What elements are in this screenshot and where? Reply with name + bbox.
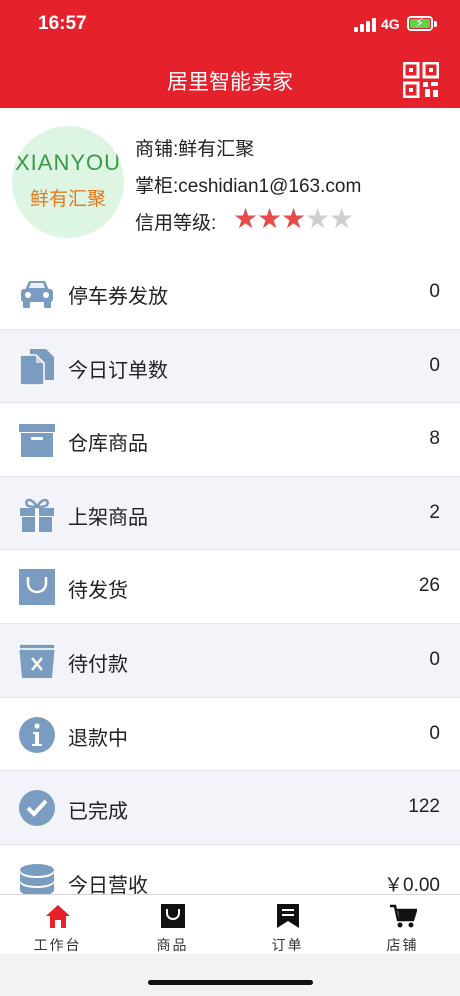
credit-label: 信用等级:	[135, 213, 217, 234]
tab-order-list[interactable]: 订单	[230, 895, 345, 955]
status-time: 16:57	[38, 13, 87, 34]
list-item-value: 0	[429, 354, 440, 376]
qr-code-icon[interactable]	[403, 62, 439, 98]
list-item-value: 0	[429, 281, 440, 302]
list-item-label: 已完成	[68, 801, 128, 824]
tab-label: 商品	[156, 937, 189, 953]
shop-profile: XIANYOU 鲜有汇聚 商铺:鲜有汇聚 掌柜:ceshidian1@163.c…	[0, 108, 460, 256]
tab-cart[interactable]: 店铺	[345, 895, 460, 955]
list-item-label: 待发货	[68, 580, 128, 603]
tab-label: 店铺	[386, 937, 419, 953]
gift-icon	[18, 495, 56, 533]
cart-icon	[389, 903, 418, 929]
credit-rating: ★ ★ ★ ★ ★	[233, 205, 363, 233]
home-indicator	[148, 980, 313, 985]
bag-icon	[159, 903, 187, 929]
trash-bin-icon	[18, 642, 56, 680]
shop-name: 商铺:鲜有汇聚	[135, 139, 255, 160]
archive-box-icon	[18, 421, 56, 459]
star-filled-icon: ★	[257, 203, 283, 234]
info-icon	[18, 716, 56, 754]
signal-icon	[354, 18, 376, 32]
list-item-label: 今日订单数	[68, 359, 168, 382]
list-item[interactable]: 停车券发放 0	[0, 256, 460, 330]
documents-icon	[18, 348, 56, 386]
list-item-label: 仓库商品	[68, 433, 148, 456]
network-type: 4G	[381, 16, 400, 32]
star-filled-icon: ★	[281, 203, 307, 234]
tab-bar: 工作台 商品 订单 店铺	[0, 894, 460, 954]
list-item[interactable]: 退款中 0	[0, 697, 460, 772]
star-empty-icon: ★	[329, 203, 355, 234]
shop-logo: XIANYOU 鲜有汇聚	[12, 126, 124, 238]
list-item-label: 停车券发放	[68, 286, 168, 308]
list-item[interactable]: 待付款 0	[0, 623, 460, 698]
list-item-value: ￥0.00	[384, 874, 440, 896]
list-item-label: 待付款	[68, 653, 128, 676]
list-item-label: 退款中	[68, 727, 128, 750]
list-item-label: 上架商品	[68, 506, 148, 529]
list-item[interactable]: 上架商品 2	[0, 476, 460, 551]
star-filled-icon: ★	[233, 203, 259, 234]
list-item[interactable]: 仓库商品 8	[0, 403, 460, 477]
list-item[interactable]: 待发货 26	[0, 550, 460, 624]
tab-label: 订单	[271, 937, 304, 953]
home-icon	[44, 903, 72, 929]
tab-home[interactable]: 工作台	[0, 895, 115, 955]
list-item-value: 8	[429, 428, 440, 450]
battery-icon: ⚡	[407, 15, 433, 31]
header-bar: 16:57 4G ⚡ 居里智能卖家	[0, 0, 460, 108]
list-item-value: 122	[408, 796, 440, 818]
status-bar: 16:57 4G ⚡	[0, 0, 460, 50]
list-item[interactable]: 今日营收 ￥0.00	[0, 844, 460, 897]
car-icon	[18, 274, 56, 312]
star-empty-icon: ★	[305, 203, 331, 234]
tab-bag[interactable]: 商品	[115, 895, 230, 955]
list-item[interactable]: 已完成 122	[0, 771, 460, 845]
list-item-value: 0	[429, 648, 440, 670]
list-item-value: 0	[429, 722, 440, 744]
owner-email: 掌柜:ceshidian1@163.com	[135, 176, 362, 197]
list-item-value: 2	[429, 501, 440, 523]
list-item[interactable]: 今日订单数 0	[0, 329, 460, 404]
order-list-icon	[274, 903, 302, 929]
dashboard-list: 停车券发放 0 今日订单数 0 仓库商品 8 上架商品 2 待发货 26 待付款 0 退款中 0 已完成 12…	[0, 256, 460, 897]
page-title: 居里智能卖家	[167, 71, 293, 94]
shopping-bag-icon	[18, 568, 56, 606]
list-item-value: 26	[418, 575, 440, 597]
tab-label: 工作台	[33, 937, 82, 953]
checkmark-circle-icon	[18, 789, 56, 827]
